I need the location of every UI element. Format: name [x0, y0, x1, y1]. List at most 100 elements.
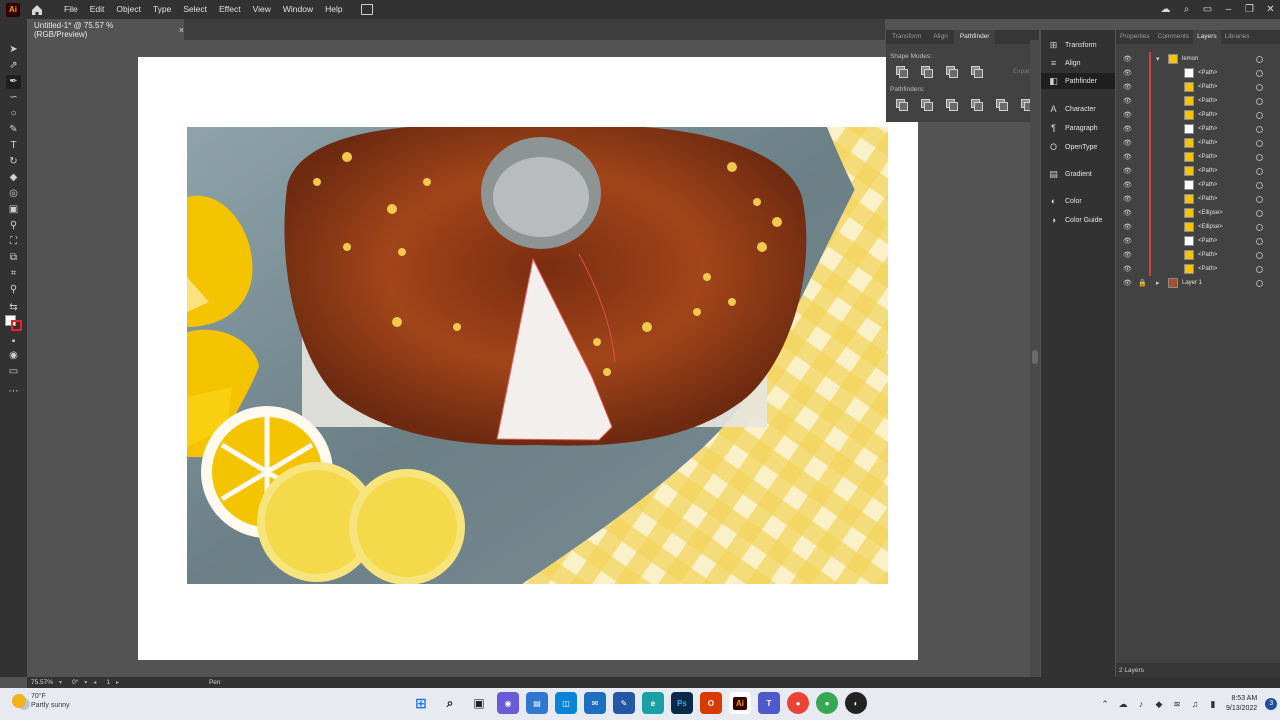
direct-selection-tool-icon[interactable]: ⇗	[6, 59, 21, 73]
github-icon[interactable]: ◐	[845, 692, 867, 714]
next-artboard-icon[interactable]: ▸	[116, 679, 119, 686]
layer-item-row[interactable]: 👁 <Path>	[1116, 108, 1280, 122]
intersect-icon[interactable]	[945, 65, 959, 78]
visibility-eye-icon[interactable]: 👁	[1123, 69, 1132, 77]
target-circle-icon[interactable]	[1256, 237, 1263, 245]
office-icon[interactable]: O	[700, 692, 722, 714]
cloud-sync-icon[interactable]: ☁	[1118, 699, 1128, 709]
lock-icon[interactable]: 🔒	[1138, 279, 1147, 287]
visibility-eye-icon[interactable]: 👁	[1123, 167, 1132, 175]
zoom-tool-icon[interactable]: ⚲	[6, 283, 21, 297]
visibility-eye-icon[interactable]: 👁	[1123, 223, 1132, 231]
visibility-eye-icon[interactable]: 👁	[1123, 181, 1132, 189]
panel-opentype[interactable]: O OpenType	[1041, 139, 1115, 155]
target-circle-icon[interactable]	[1256, 209, 1263, 217]
file-explorer-icon[interactable]: ▤	[526, 692, 548, 714]
target-circle-icon[interactable]	[1256, 195, 1263, 203]
menu-object[interactable]: Object	[110, 0, 147, 19]
canvas-vertical-scrollbar[interactable]	[1030, 40, 1040, 677]
visibility-eye-icon[interactable]: 👁	[1123, 251, 1132, 259]
merge-icon[interactable]	[945, 98, 959, 111]
free-transform-tool-icon[interactable]: ▣	[6, 203, 21, 217]
layer-item-row[interactable]: 👁 <Path>	[1116, 262, 1280, 276]
target-circle-icon[interactable]	[1256, 97, 1263, 105]
wifi-icon[interactable]: ≋	[1172, 699, 1182, 709]
visibility-eye-icon[interactable]: 👁	[1123, 83, 1132, 91]
panel-pathfinder[interactable]: ◧ Pathfinder	[1041, 73, 1115, 89]
layer-item-row[interactable]: 👁 <Path>	[1116, 178, 1280, 192]
weather-widget[interactable]: 70°F Partly sunny	[12, 692, 70, 710]
target-circle-icon[interactable]	[1256, 125, 1263, 133]
chevron-down-icon[interactable]: ▾	[1156, 55, 1160, 63]
menu-type[interactable]: Type	[147, 0, 177, 19]
chevron-up-icon[interactable]: ⌃	[1100, 699, 1110, 709]
rotation-value[interactable]: 0°	[68, 679, 78, 686]
visibility-eye-icon[interactable]: 👁	[1123, 153, 1132, 161]
minus-front-icon[interactable]	[920, 65, 934, 78]
store-icon[interactable]: ◫	[555, 692, 577, 714]
layer-item-row[interactable]: 👁 <Path>	[1116, 192, 1280, 206]
visibility-eye-icon[interactable]: 👁	[1123, 139, 1132, 147]
layer-item-row[interactable]: 👁 <Ellipse>	[1116, 206, 1280, 220]
paintbrush-tool-icon[interactable]: ✎	[6, 123, 21, 137]
trim-icon[interactable]	[920, 98, 934, 111]
tab-comments[interactable]: Comments	[1154, 30, 1193, 44]
ellipse-tool-icon[interactable]: ○	[6, 107, 21, 121]
menu-window[interactable]: Window	[277, 0, 319, 19]
target-circle-icon[interactable]	[1256, 83, 1263, 91]
chevron-down-icon[interactable]: ▾	[84, 679, 87, 686]
close-icon[interactable]: ✕	[1265, 4, 1276, 15]
target-circle-icon[interactable]	[1256, 55, 1263, 63]
layer-item-row[interactable]: 👁 <Path>	[1116, 66, 1280, 80]
visibility-eye-icon[interactable]: 👁	[1123, 279, 1132, 287]
zoom-level[interactable]: 75.57%	[27, 679, 53, 686]
search-icon[interactable]: ⌕	[439, 692, 461, 714]
target-circle-icon[interactable]	[1256, 139, 1263, 147]
layer-item-row[interactable]: 👁 <Ellipse>	[1116, 220, 1280, 234]
target-circle-icon[interactable]	[1256, 251, 1263, 259]
shape-builder-tool-icon[interactable]: ⧉	[6, 251, 21, 265]
pen-app-icon[interactable]: ✎	[613, 692, 635, 714]
visibility-eye-icon[interactable]: 👁	[1123, 209, 1132, 217]
chevron-right-icon[interactable]: ▸	[1156, 279, 1160, 287]
unite-icon[interactable]	[895, 65, 909, 78]
visibility-eye-icon[interactable]: 👁	[1123, 125, 1132, 133]
target-circle-icon[interactable]	[1256, 279, 1263, 287]
scrollbar-thumb[interactable]	[1032, 350, 1038, 364]
target-circle-icon[interactable]	[1256, 153, 1263, 161]
warp-tool-icon[interactable]: ◎	[6, 187, 21, 201]
menu-view[interactable]: View	[247, 0, 277, 19]
visibility-eye-icon[interactable]: 👁	[1123, 195, 1132, 203]
swap-fill-stroke-icon[interactable]: ⇆	[6, 301, 21, 315]
illustrator-icon[interactable]: Ai	[729, 692, 751, 714]
notification-badge[interactable]: 3	[1265, 698, 1278, 710]
panel-color[interactable]: ◐ Color	[1041, 193, 1115, 209]
edge-icon[interactable]: e	[642, 692, 664, 714]
document-tab-close-icon[interactable]: ×	[179, 25, 184, 35]
mail-icon[interactable]: ✉	[584, 692, 606, 714]
live-paint-tool-icon[interactable]: ⛶	[6, 235, 21, 249]
menu-select[interactable]: Select	[177, 0, 213, 19]
visibility-eye-icon[interactable]: 👁	[1123, 237, 1132, 245]
target-circle-icon[interactable]	[1256, 167, 1263, 175]
photoshop-icon[interactable]: Ps	[671, 692, 693, 714]
target-circle-icon[interactable]	[1256, 223, 1263, 231]
crop-icon[interactable]	[970, 98, 984, 111]
visibility-eye-icon[interactable]: 👁	[1123, 55, 1132, 63]
artboard-tool-icon[interactable]: ⌗	[6, 267, 21, 281]
chevron-down-icon[interactable]: ▾	[59, 679, 62, 686]
dropbox-icon[interactable]: ◆	[1154, 699, 1164, 709]
volume-icon[interactable]: ♫	[1190, 699, 1200, 709]
workspace-icon[interactable]: ▭	[1202, 4, 1213, 15]
clock[interactable]: 8:53 AM 9/13/2022	[1226, 694, 1257, 714]
menu-help[interactable]: Help	[319, 0, 348, 19]
chat-icon[interactable]: ◉	[497, 692, 519, 714]
search-icon[interactable]: ⌕	[1181, 4, 1192, 15]
target-circle-icon[interactable]	[1256, 265, 1263, 273]
draw-mode-icon[interactable]: ◉	[6, 349, 21, 363]
minimize-icon[interactable]: –	[1223, 4, 1234, 15]
chrome-icon[interactable]: ●	[787, 692, 809, 714]
divide-icon[interactable]	[895, 98, 909, 111]
layer-item-row[interactable]: 👁 <Path>	[1116, 122, 1280, 136]
exclude-icon[interactable]	[970, 65, 984, 78]
